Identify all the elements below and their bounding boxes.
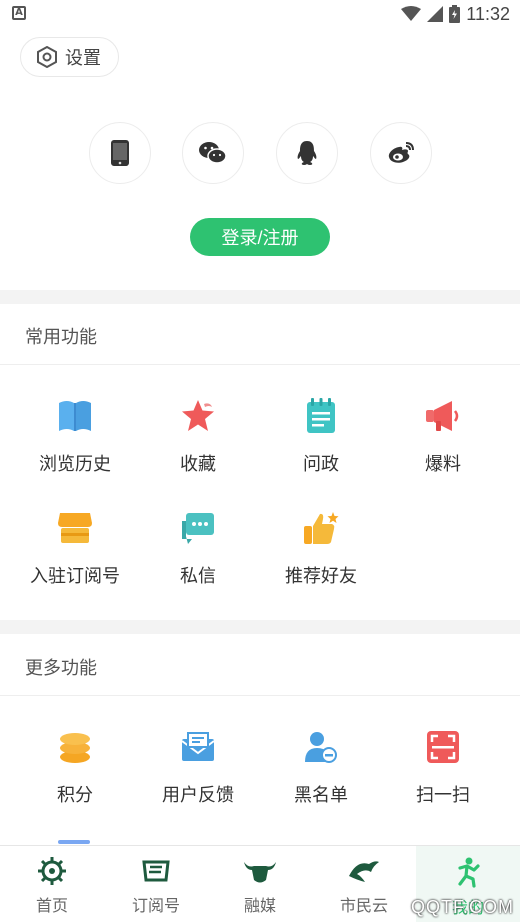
grid-item-favorites[interactable]: 收藏 [133,396,263,476]
qq-login-button[interactable] [276,122,338,184]
grid-item-blacklist[interactable]: 黑名单 [256,727,386,807]
phone-login-button[interactable] [89,122,151,184]
tab-citizen-cloud[interactable]: 市民云 [312,846,416,922]
grid-item-subscribe-account[interactable]: 入驻订阅号 [10,508,140,588]
coins-icon [55,727,95,767]
megaphone-icon [423,396,463,436]
section-separator [0,364,520,365]
section-divider [0,290,520,304]
bird-icon [349,861,379,882]
status-bar: A 11:32 [0,0,520,28]
grid-item-recommend-friends[interactable]: 推荐好友 [256,508,386,588]
grid-item-label: 浏览历史 [39,454,111,475]
grid-item-label: 问政 [303,454,339,475]
tab-label: 首页 [35,896,68,915]
notification-a-icon: A [12,6,26,20]
wechat-icon [199,142,227,164]
settings-hex-icon [37,46,57,68]
tab-label: 融媒 [243,896,276,915]
grid-item-label: 积分 [57,785,93,806]
grid-item-report[interactable]: 爆料 [378,396,508,476]
star-icon [178,396,218,436]
status-right-group: 11:32 [401,3,510,25]
grid-item-label: 收藏 [180,454,216,475]
grid-item-scan[interactable]: 扫一扫 [378,727,508,807]
grid-item-feedback[interactable]: 用户反馈 [133,727,263,807]
grid-item-label: 爆料 [425,454,461,475]
wifi-icon [401,6,422,21]
shop-icon [55,508,95,548]
notepad-icon [301,396,341,436]
battery-icon [449,5,461,23]
section-divider [0,620,520,634]
ticket-icon [142,860,170,882]
phone-icon [111,140,129,166]
tab-media[interactable]: 融媒 [208,846,312,922]
user-block-icon [301,727,341,767]
login-methods [0,122,520,184]
settings-button[interactable]: 设置 [20,37,119,77]
watermark: QQTF.COM [411,897,514,917]
partial-next-row-icon [58,840,90,844]
tab-label: 订阅号 [131,896,180,915]
grid-item-label: 扫一扫 [416,785,470,806]
settings-label: 设置 [65,48,101,69]
qq-icon [297,141,317,165]
wechat-login-button[interactable] [182,122,244,184]
scan-icon [423,727,463,767]
status-time: 11:32 [466,3,510,24]
grid-item-label: 私信 [180,566,216,587]
grid-item-private-message[interactable]: 私信 [133,508,263,588]
weibo-icon [388,142,414,163]
person-run-icon [458,857,480,888]
grid-item-label: 推荐好友 [285,566,357,587]
gear-sun-icon [38,857,66,885]
grid-item-label: 入驻订阅号 [30,566,120,587]
tab-home[interactable]: 首页 [0,846,104,922]
bull-icon [244,862,276,883]
grid-item-label: 黑名单 [294,785,348,806]
grid-item-inquiry[interactable]: 问政 [256,396,386,476]
more-functions-title: 更多功能 [25,658,97,679]
thumbs-up-icon [301,508,341,548]
signal-icon [427,6,444,22]
grid-item-points[interactable]: 积分 [10,727,140,807]
mail-icon [178,727,218,767]
tab-subscriptions[interactable]: 订阅号 [104,846,208,922]
message-icon [178,508,218,548]
book-icon [55,396,95,436]
tab-label: 市民云 [339,896,388,915]
common-functions-title: 常用功能 [25,327,97,348]
login-register-button[interactable]: 登录/注册 [190,218,330,256]
weibo-login-button[interactable] [370,122,432,184]
grid-item-history[interactable]: 浏览历史 [10,396,140,476]
grid-item-label: 用户反馈 [162,785,234,806]
section-separator [0,695,520,696]
